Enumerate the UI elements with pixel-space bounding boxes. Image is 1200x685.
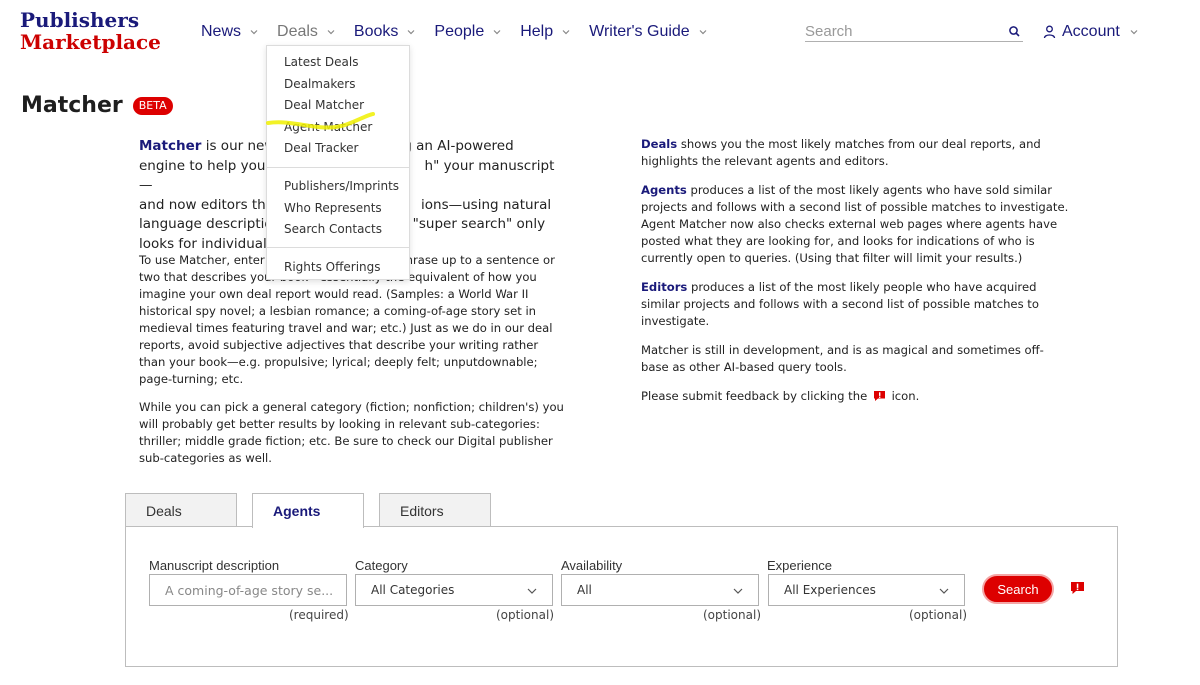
deals-keyword: Deals bbox=[641, 137, 678, 151]
chevron-down-icon bbox=[527, 588, 537, 594]
nav-writers-guide-label: Writer's Guide bbox=[589, 23, 690, 40]
intro-line: looks for individual k bbox=[139, 235, 279, 252]
howto-line: imagine your own deal report would read.… bbox=[139, 287, 529, 301]
intro-line: and now editors tha bbox=[139, 196, 275, 213]
highlighter-mark bbox=[266, 112, 375, 130]
chevron-down-icon bbox=[493, 30, 501, 35]
menu-item-rights-offerings[interactable]: Rights Offerings bbox=[284, 260, 381, 274]
menu-divider bbox=[267, 247, 409, 248]
page-heading: Matcher BETA bbox=[21, 93, 173, 118]
menu-item-who-represents[interactable]: Who Represents bbox=[284, 201, 382, 215]
main-nav: News Deals Books People Help Writer's Gu… bbox=[201, 21, 707, 43]
feedback-icon bbox=[873, 391, 885, 401]
intro-line: is our new bbox=[201, 138, 276, 154]
editors-keyword: Editors bbox=[641, 280, 688, 294]
logo-line-2: Marketplace bbox=[20, 30, 161, 54]
menu-item-publishers-imprints[interactable]: Publishers/Imprints bbox=[284, 179, 399, 193]
account-menu[interactable]: Account bbox=[1043, 21, 1138, 43]
availability-value: All bbox=[577, 583, 592, 597]
howto-line: reports, avoid subjective adjectives tha… bbox=[139, 338, 539, 352]
category-note: (optional) bbox=[496, 608, 554, 622]
chevron-down-icon bbox=[562, 30, 570, 35]
category-select[interactable]: All Categories bbox=[355, 574, 553, 606]
howto-line: historical spy novel; a lesbian romance;… bbox=[139, 304, 537, 318]
beta-badge: BETA bbox=[132, 96, 173, 115]
feedback-note: Please submit feedback by clicking the bbox=[641, 389, 871, 403]
howto-paragraph-2: While you can pick a general category (f… bbox=[139, 400, 564, 465]
search-icon[interactable] bbox=[1008, 25, 1021, 38]
menu-item-search-contacts[interactable]: Search Contacts bbox=[284, 222, 382, 236]
deals-dropdown-menu: Latest Deals Dealmakers Deal Matcher Age… bbox=[266, 45, 410, 280]
category-label: Category bbox=[355, 558, 408, 573]
nav-writers-guide[interactable]: Writer's Guide bbox=[589, 23, 707, 41]
site-search bbox=[805, 21, 1023, 42]
tab-deals[interactable]: Deals bbox=[125, 493, 237, 527]
availability-select[interactable]: All bbox=[561, 574, 759, 606]
chevron-down-icon bbox=[699, 30, 707, 35]
feedback-icon[interactable] bbox=[1070, 581, 1085, 595]
right-column: Deals shows you the most likely matches … bbox=[641, 136, 1071, 417]
nav-news-label: News bbox=[201, 23, 242, 40]
chevron-down-icon bbox=[327, 30, 335, 35]
nav-deals-label: Deals bbox=[277, 23, 318, 40]
agents-description: produces a list of the most likely agent… bbox=[641, 183, 1069, 265]
availability-note: (optional) bbox=[703, 608, 761, 622]
experience-note: (optional) bbox=[909, 608, 967, 622]
nav-news[interactable]: News bbox=[201, 23, 258, 41]
search-button[interactable]: Search bbox=[982, 574, 1054, 604]
development-note: Matcher is still in development, and is … bbox=[641, 343, 1044, 374]
howto-line: To use Matcher, enter bbox=[139, 253, 265, 267]
nav-help[interactable]: Help bbox=[520, 23, 570, 41]
nav-books-label: Books bbox=[353, 23, 399, 40]
agents-keyword: Agents bbox=[641, 183, 687, 197]
availability-label: Availability bbox=[561, 558, 623, 573]
page-title: Matcher bbox=[21, 93, 123, 118]
manuscript-note: (required) bbox=[289, 608, 349, 622]
account-label: Account bbox=[1062, 23, 1120, 40]
nav-people-label: People bbox=[434, 23, 485, 40]
intro-line: language descriptio bbox=[139, 216, 273, 233]
chevron-down-icon bbox=[733, 588, 743, 594]
howto-line: medieval times featuring travel and war;… bbox=[139, 321, 553, 335]
nav-help-label: Help bbox=[520, 23, 554, 40]
menu-item-deal-tracker[interactable]: Deal Tracker bbox=[284, 141, 358, 155]
howto-line: hrase up to a sentence or bbox=[405, 253, 555, 267]
nav-people[interactable]: People bbox=[434, 23, 501, 41]
category-value: All Categories bbox=[371, 583, 455, 597]
chevron-down-icon bbox=[939, 588, 949, 594]
manuscript-label: Manuscript description bbox=[149, 558, 280, 573]
tab-editors[interactable]: Editors bbox=[379, 493, 491, 527]
tab-agents[interactable]: Agents bbox=[252, 493, 364, 528]
nav-deals[interactable]: Deals bbox=[277, 23, 335, 41]
howto-line: than your book—e.g. propulsive; lyrical;… bbox=[139, 355, 538, 369]
manuscript-input[interactable] bbox=[165, 582, 346, 598]
chevron-down-icon bbox=[250, 30, 258, 35]
nav-books[interactable]: Books bbox=[354, 23, 415, 41]
menu-item-dealmakers[interactable]: Dealmakers bbox=[284, 77, 355, 91]
intro-keyword: Matcher bbox=[139, 138, 202, 154]
intro-line: ions—using natural bbox=[421, 196, 552, 213]
editors-description: produces a list of the most likely peopl… bbox=[641, 280, 1039, 328]
experience-value: All Experiences bbox=[784, 583, 876, 597]
experience-select[interactable]: All Experiences bbox=[768, 574, 965, 606]
menu-divider bbox=[267, 167, 409, 168]
experience-label: Experience bbox=[767, 558, 833, 573]
search-input[interactable] bbox=[805, 22, 1008, 40]
intro-line: "super search" only bbox=[412, 216, 546, 233]
logo-line-1: Publishers bbox=[20, 8, 140, 32]
chevron-down-icon bbox=[407, 30, 415, 35]
deals-description: shows you the most likely matches from o… bbox=[641, 137, 1041, 168]
howto-line: page-turning; etc. bbox=[139, 372, 244, 386]
agent-search-form: Manuscript description (required) Catego… bbox=[125, 526, 1118, 667]
user-icon bbox=[1043, 25, 1056, 39]
site-logo[interactable]: Publishers Marketplace bbox=[20, 9, 161, 53]
manuscript-field bbox=[149, 574, 347, 606]
intro-line: engine to help you f bbox=[139, 157, 275, 174]
menu-item-deal-matcher[interactable]: Deal Matcher bbox=[284, 98, 364, 112]
chevron-down-icon bbox=[1130, 30, 1138, 35]
feedback-note-end: icon. bbox=[887, 389, 920, 403]
menu-item-latest-deals[interactable]: Latest Deals bbox=[284, 55, 358, 69]
